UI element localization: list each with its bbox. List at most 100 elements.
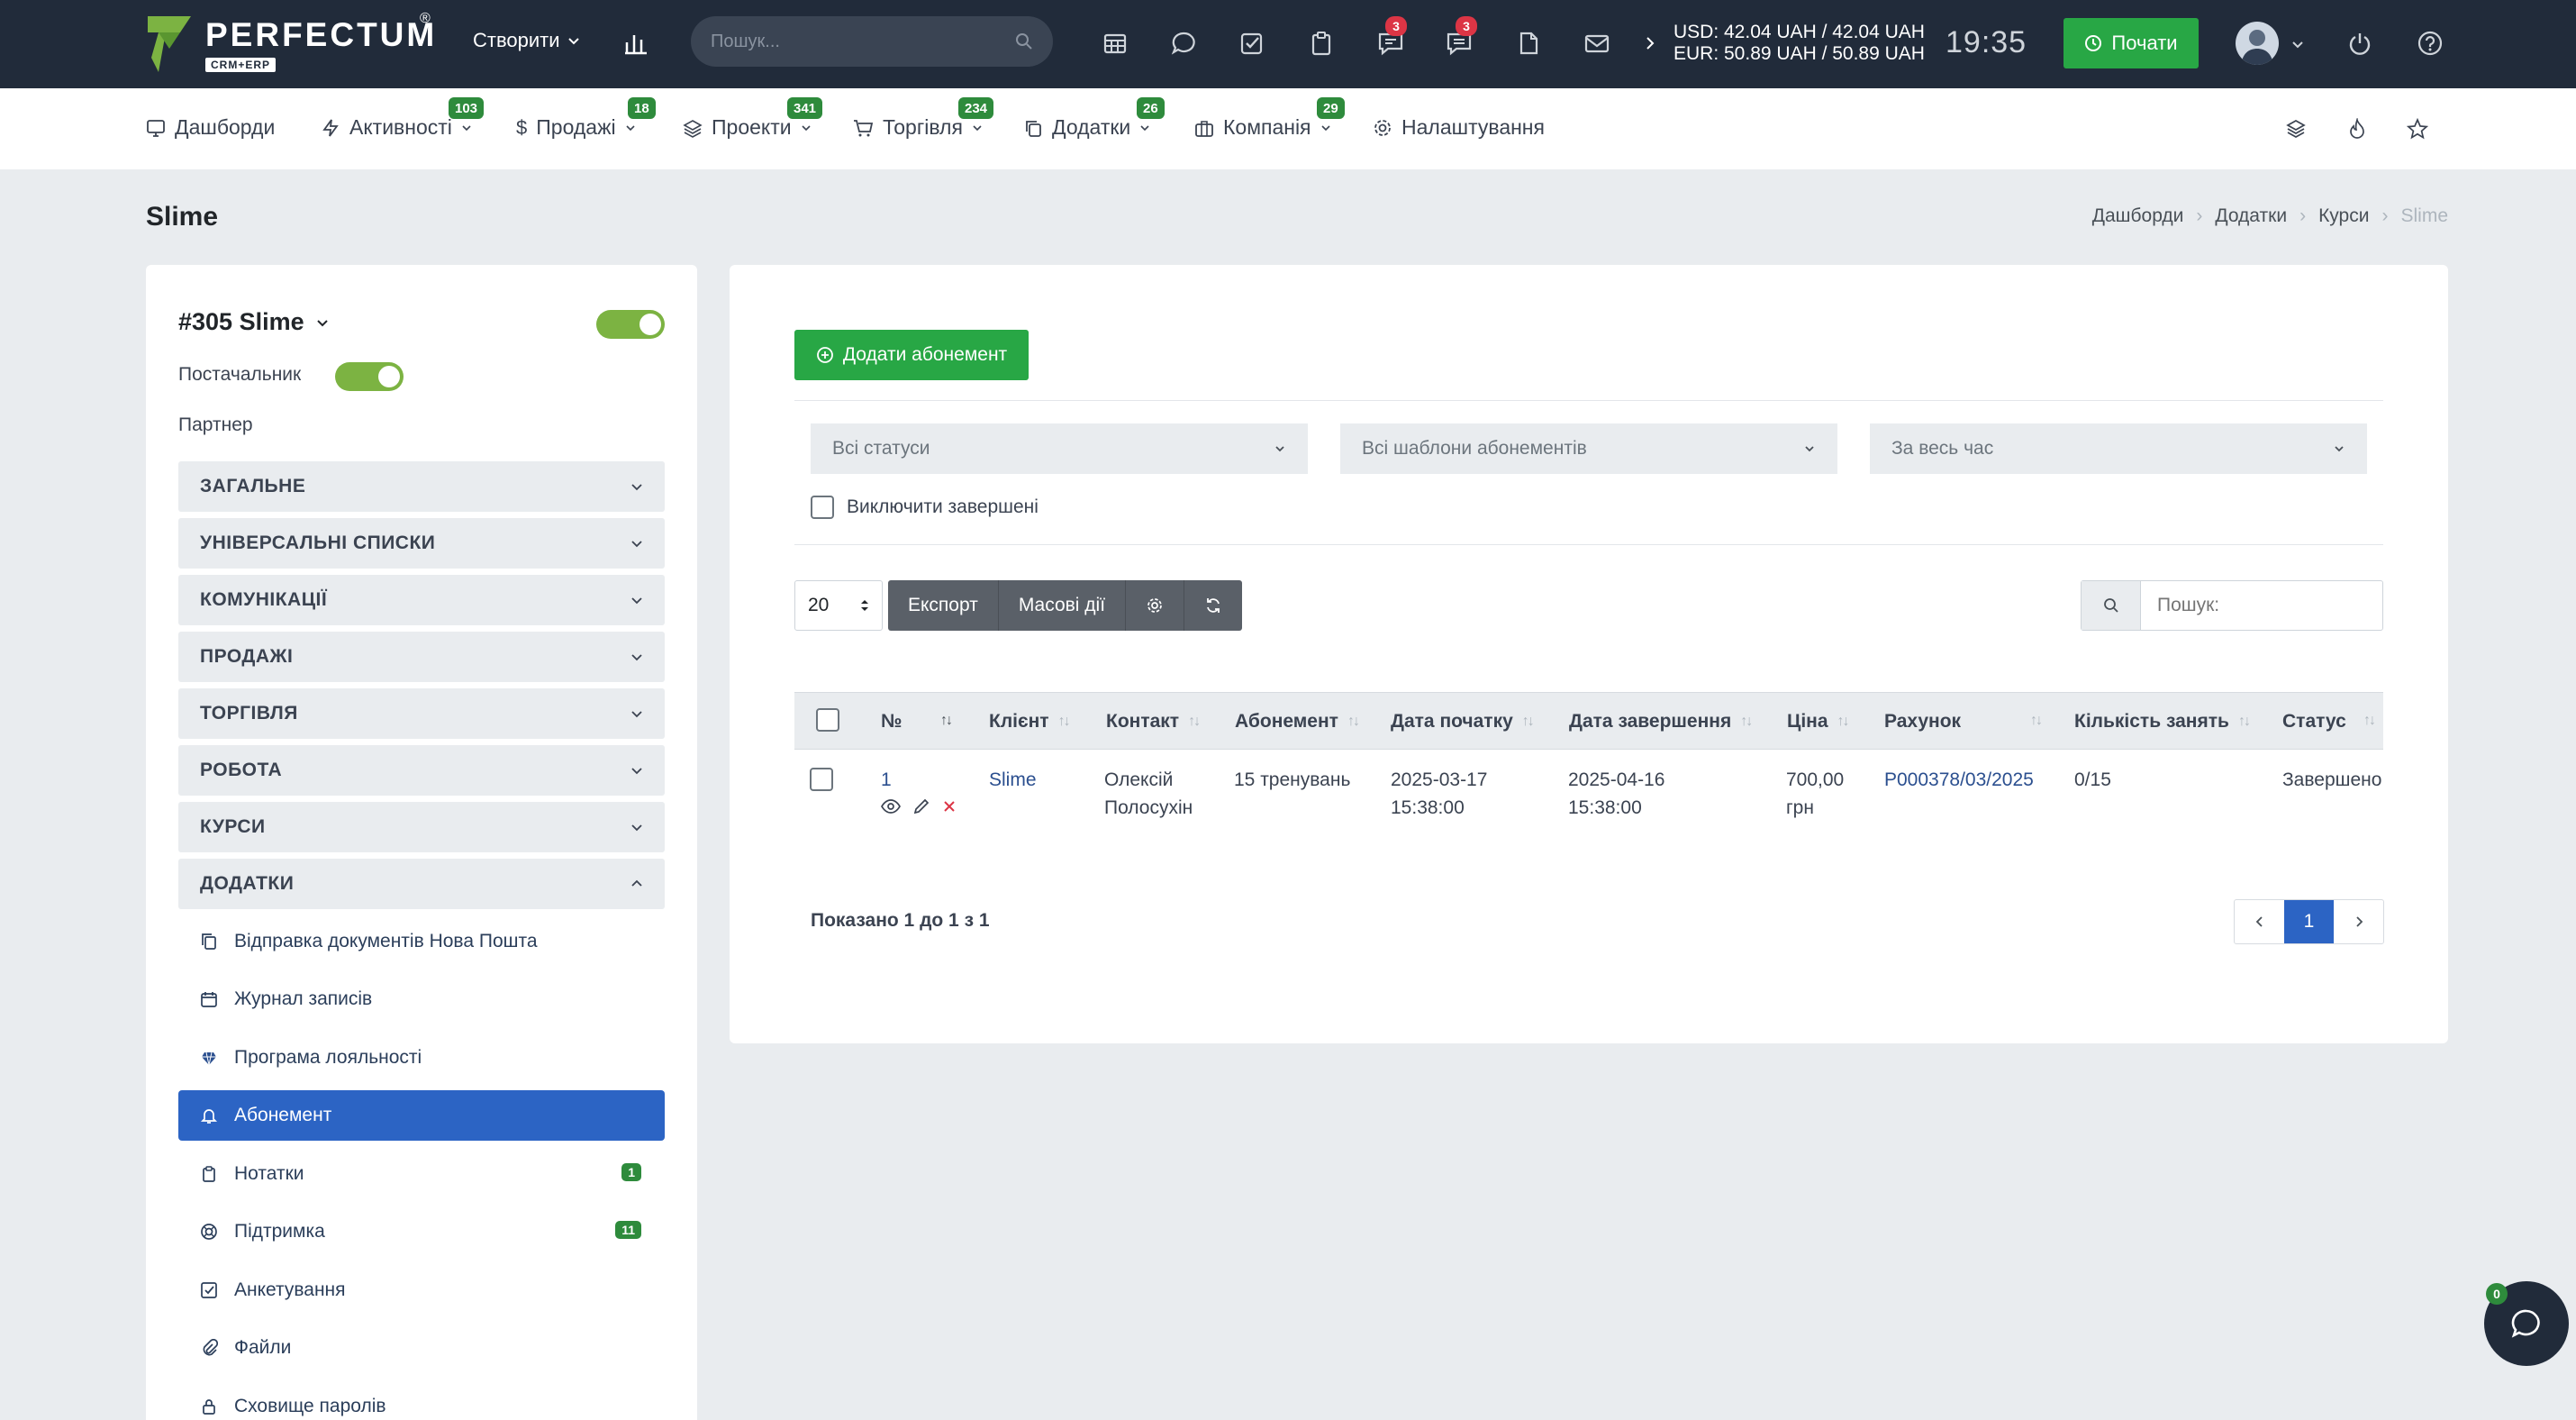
col-subscription[interactable]: Абонемент ↑↓ bbox=[1235, 711, 1360, 733]
col-lessons[interactable]: Кількість занять ↑↓ bbox=[2074, 711, 2251, 733]
nav-label: Продажі bbox=[536, 115, 616, 139]
select-all-checkbox[interactable] bbox=[816, 708, 839, 732]
exclude-completed-checkbox[interactable] bbox=[811, 496, 834, 519]
eye-icon[interactable] bbox=[881, 799, 901, 814]
nav-activities[interactable]: Активності bbox=[321, 115, 472, 140]
nav-addons[interactable]: Додатки bbox=[1023, 115, 1150, 140]
section-universal-lists[interactable]: УНІВЕРСАЛЬНІ СПИСКИ bbox=[178, 518, 665, 569]
chevron-down-icon[interactable] bbox=[2288, 29, 2308, 59]
nav-dashboards[interactable]: Дашборди bbox=[146, 115, 275, 140]
exclude-completed[interactable]: Виключити завершені bbox=[811, 496, 1039, 519]
addon-files[interactable]: Файли bbox=[178, 1323, 665, 1373]
mail-icon[interactable] bbox=[1582, 28, 1612, 59]
sort-icon[interactable]: ↑↓ bbox=[2030, 713, 2043, 729]
close-icon[interactable] bbox=[942, 799, 957, 814]
nav-sales[interactable]: $ Продажі bbox=[516, 115, 636, 140]
document-icon[interactable] bbox=[1513, 28, 1544, 59]
column-settings-button[interactable] bbox=[1126, 580, 1185, 631]
section-courses[interactable]: КУРСИ bbox=[178, 802, 665, 852]
create-menu[interactable]: Створити bbox=[473, 29, 580, 52]
nav-badge-sales: 18 bbox=[628, 97, 656, 119]
nav-settings[interactable]: Налаштування bbox=[1373, 115, 1545, 140]
next-page-button[interactable] bbox=[2334, 900, 2383, 943]
chevron-right-icon[interactable] bbox=[1641, 28, 1659, 59]
section-general[interactable]: ЗАГАЛЬНЕ bbox=[178, 461, 665, 512]
flame-icon[interactable] bbox=[2342, 114, 2372, 144]
row-client[interactable]: Slime bbox=[989, 766, 1037, 794]
addon-support[interactable]: Підтримка 11 bbox=[178, 1206, 665, 1257]
row-checkbox[interactable] bbox=[810, 768, 833, 791]
per-page-select[interactable]: 20 bbox=[794, 580, 883, 631]
col-contact[interactable]: Контакт ↑↓ bbox=[1106, 711, 1201, 733]
prev-page-button[interactable] bbox=[2235, 900, 2284, 943]
table-search-input[interactable] bbox=[2141, 581, 2375, 630]
addon-nova-poshta[interactable]: Відправка документів Нова Пошта bbox=[178, 916, 665, 967]
col-end-date[interactable]: Дата завершення ↑↓ bbox=[1569, 711, 1753, 733]
section-work[interactable]: РОБОТА bbox=[178, 745, 665, 796]
sort-icon[interactable]: ↑↓ bbox=[2363, 713, 2376, 729]
subscriptions-panel: Додати абонемент Всі статуси Всі шаблони… bbox=[730, 265, 2448, 1043]
layers-icon[interactable] bbox=[2281, 114, 2311, 144]
section-addons[interactable]: ДОДАТКИ bbox=[178, 859, 665, 909]
row-number[interactable]: 1 bbox=[881, 766, 892, 794]
breadcrumb-item[interactable]: Курси bbox=[2318, 205, 2369, 227]
refresh-button[interactable] bbox=[1184, 580, 1242, 631]
pencil-icon[interactable] bbox=[913, 798, 930, 815]
search-input[interactable] bbox=[711, 31, 981, 52]
avatar[interactable] bbox=[2236, 22, 2279, 65]
chevron-down-icon bbox=[631, 654, 642, 661]
addon-survey[interactable]: Анкетування bbox=[178, 1265, 665, 1315]
calendar-table-icon[interactable] bbox=[1100, 28, 1130, 59]
nav-badge-projects: 341 bbox=[787, 97, 823, 119]
clipboard-icon[interactable] bbox=[1306, 28, 1337, 59]
template-filter[interactable]: Всі шаблони абонементів bbox=[1340, 423, 1837, 474]
breadcrumb-item[interactable]: Додатки bbox=[2215, 205, 2287, 227]
addon-password-vault[interactable]: Сховище паролів bbox=[178, 1381, 665, 1420]
col-status[interactable]: Статус bbox=[2282, 711, 2346, 733]
partner-label: Партнер bbox=[178, 414, 253, 435]
chart-icon[interactable] bbox=[621, 27, 651, 58]
start-timer-button[interactable]: Почати bbox=[2064, 18, 2199, 68]
addon-loyalty[interactable]: Програма лояльності bbox=[178, 1033, 665, 1083]
sort-active-icon[interactable]: ↑↓ bbox=[940, 713, 953, 729]
mass-actions-button[interactable]: Масові дії bbox=[999, 580, 1127, 631]
section-sales[interactable]: ПРОДАЖІ bbox=[178, 632, 665, 682]
col-client[interactable]: Клієнт ↑↓ bbox=[989, 711, 1071, 733]
addon-notes[interactable]: Нотатки 1 bbox=[178, 1149, 665, 1199]
nav-company[interactable]: Компанія bbox=[1194, 115, 1331, 140]
global-search[interactable] bbox=[691, 16, 1053, 67]
chevron-down-icon bbox=[631, 824, 642, 832]
period-filter[interactable]: За весь час bbox=[1870, 423, 2367, 474]
table-search[interactable] bbox=[2081, 580, 2383, 631]
section-communications[interactable]: КОМУНІКАЦІЇ bbox=[178, 575, 665, 625]
nav-projects[interactable]: Проекти bbox=[683, 115, 812, 140]
col-number[interactable]: № bbox=[881, 711, 902, 733]
export-button[interactable]: Експорт bbox=[888, 580, 999, 631]
entity-title[interactable]: #305 Slime bbox=[178, 308, 330, 336]
supplier-toggle[interactable] bbox=[335, 362, 404, 391]
logo-subtitle: CRM+ERP bbox=[205, 58, 277, 72]
col-start-date[interactable]: Дата початку ↑↓ bbox=[1391, 711, 1535, 733]
addon-subscription[interactable]: Абонемент bbox=[178, 1090, 665, 1141]
star-icon[interactable] bbox=[2402, 114, 2433, 144]
section-trade[interactable]: ТОРГІВЛЯ bbox=[178, 688, 665, 739]
breadcrumb-item[interactable]: Дашборди bbox=[2092, 205, 2184, 227]
col-label: Клієнт bbox=[989, 711, 1049, 732]
chat-bubble-icon[interactable] bbox=[1168, 28, 1199, 59]
active-toggle[interactable] bbox=[596, 310, 665, 339]
power-icon[interactable] bbox=[2345, 28, 2375, 59]
col-price[interactable]: Ціна ↑↓ bbox=[1787, 711, 1850, 733]
status-filter[interactable]: Всі статуси bbox=[811, 423, 1308, 474]
col-invoice[interactable]: Рахунок bbox=[1884, 711, 1961, 733]
page-button[interactable]: 1 bbox=[2284, 900, 2334, 943]
add-subscription-button[interactable]: Додати абонемент bbox=[794, 330, 1029, 380]
help-icon[interactable] bbox=[2415, 28, 2445, 59]
lock-icon bbox=[203, 1399, 215, 1415]
col-label: № bbox=[881, 711, 903, 732]
refresh-icon bbox=[1207, 598, 1220, 613]
tasks-icon[interactable] bbox=[1237, 28, 1267, 59]
nav-trade[interactable]: Торгівля bbox=[852, 115, 983, 140]
row-invoice-link[interactable]: P000378/03/2025 bbox=[1884, 766, 2034, 794]
logo[interactable]: PERFECTUM CRM+ERP ® bbox=[146, 11, 443, 76]
addon-records-log[interactable]: Журнал записів bbox=[178, 974, 665, 1024]
